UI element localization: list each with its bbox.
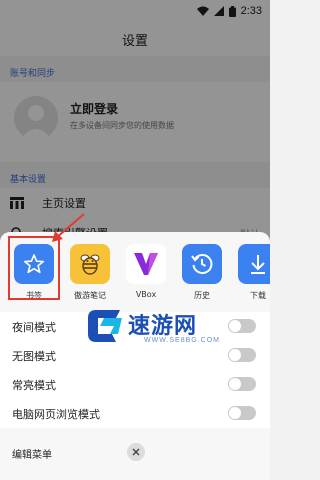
edit-menu-button[interactable]: 编辑菜单 — [12, 446, 52, 461]
watermark-logo-icon — [88, 310, 122, 342]
app-label: VBox — [135, 290, 157, 299]
toggle-label: 夜间模式 — [12, 320, 56, 334]
toggle-label: 电脑网页浏览模式 — [12, 407, 100, 421]
download-icon — [238, 244, 270, 284]
close-icon — [132, 448, 140, 456]
history-icon — [182, 244, 222, 284]
app-notes[interactable]: 傲游笔记 — [69, 232, 111, 312]
app-vbox[interactable]: VBox — [125, 232, 167, 312]
toggle-row-keep-awake[interactable]: 常亮模式 — [0, 370, 270, 399]
switch-knob — [229, 378, 241, 390]
vbox-icon — [126, 244, 166, 284]
app-downloads[interactable]: 下载 — [237, 232, 270, 312]
toggle-row-desktop-mode[interactable]: 电脑网页浏览模式 — [0, 399, 270, 428]
toggle-label: 无图模式 — [12, 349, 56, 363]
keep-awake-switch[interactable] — [228, 377, 256, 391]
watermark-text: 速游网 — [128, 314, 198, 339]
bottom-sheet-menu: 书签 傲游笔记 VBox 历史 下载 夜间模式 无图模式 常亮模式 电脑网页浏览… — [0, 232, 270, 480]
switch-knob — [229, 407, 241, 419]
toggle-label: 常亮模式 — [12, 378, 56, 392]
watermark: 速游网 WWW.SE8BG.COM — [86, 302, 270, 352]
annotation-arrow — [52, 213, 85, 242]
sheet-footer: 编辑菜单 — [0, 430, 270, 480]
close-button[interactable] — [127, 443, 145, 461]
app-label: 历史 — [194, 291, 210, 300]
bee-icon — [70, 244, 110, 284]
app-label: 傲游笔记 — [74, 291, 106, 300]
app-history[interactable]: 历史 — [181, 232, 223, 312]
desktop-mode-switch[interactable] — [228, 406, 256, 420]
bookmark-highlight-box — [8, 236, 60, 300]
watermark-url: WWW.SE8BG.COM — [144, 337, 220, 344]
app-label: 下载 — [250, 291, 266, 300]
